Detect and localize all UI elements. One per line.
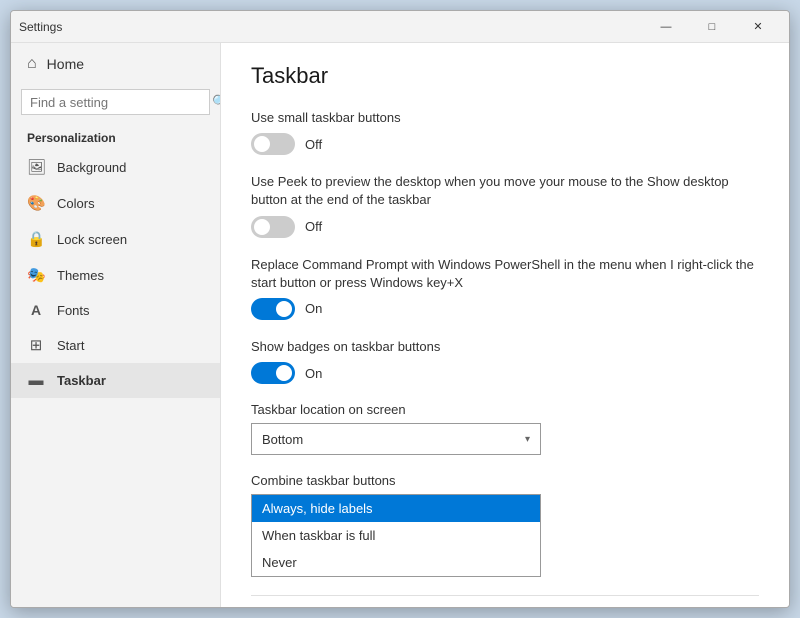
combine-buttons-list: Always, hide labels When taskbar is full…: [251, 494, 541, 577]
toggle3-thumb: [276, 301, 292, 317]
sidebar-item-lock-screen-label: Lock screen: [57, 232, 127, 247]
toggle2-description: Use Peek to preview the desktop when you…: [251, 173, 759, 209]
toggle1-thumb: [254, 136, 270, 152]
toggle3-switch[interactable]: [251, 298, 295, 320]
toggle4-thumb: [276, 365, 292, 381]
toggle1-row: Off: [251, 133, 759, 155]
taskbar-icon: ▬: [27, 372, 45, 389]
sidebar-item-lock-screen[interactable]: 🔒 Lock screen: [11, 221, 220, 257]
toggle3-row: On: [251, 298, 759, 320]
sidebar-item-taskbar-label: Taskbar: [57, 373, 106, 388]
combine-buttons-section: Combine taskbar buttons Always, hide lab…: [251, 473, 759, 577]
toggle1-state: Off: [305, 137, 322, 152]
taskbar-location-dropdown[interactable]: Bottom ▾: [251, 423, 541, 455]
sidebar-item-start[interactable]: ⊞ Start: [11, 327, 220, 363]
sidebar-item-background[interactable]: 🖼 Background: [11, 149, 220, 185]
themes-icon: 🎭: [27, 266, 45, 284]
toggle4-switch[interactable]: [251, 362, 295, 384]
search-box: 🔍: [21, 89, 210, 115]
toggle4-state: On: [305, 366, 322, 381]
sidebar-item-background-label: Background: [57, 160, 126, 175]
settings-window: Settings — □ ✕ ⌂ Home 🔍 Personalization …: [10, 10, 790, 608]
maximize-button[interactable]: □: [689, 11, 735, 43]
chevron-down-icon: ▾: [525, 434, 530, 445]
toggle3-description: Replace Command Prompt with Windows Powe…: [251, 256, 759, 292]
window-controls: — □ ✕: [643, 11, 781, 43]
toggle2-row: Off: [251, 216, 759, 238]
background-icon: 🖼: [27, 158, 45, 176]
toggle4-row: On: [251, 362, 759, 384]
sidebar-item-themes[interactable]: 🎭 Themes: [11, 257, 220, 293]
minimize-button[interactable]: —: [643, 11, 689, 43]
sidebar-item-colors-label: Colors: [57, 196, 95, 211]
toggle1-label: Use small taskbar buttons: [251, 109, 759, 127]
search-icon: 🔍: [212, 94, 221, 110]
toggle2-thumb: [254, 219, 270, 235]
close-button[interactable]: ✕: [735, 11, 781, 43]
start-icon: ⊞: [27, 336, 45, 354]
toggle1-switch[interactable]: [251, 133, 295, 155]
window-title: Settings: [19, 20, 643, 34]
combine-option-when-full[interactable]: When taskbar is full: [252, 522, 540, 549]
sidebar-item-fonts[interactable]: A Fonts: [11, 293, 220, 327]
lock-screen-icon: 🔒: [27, 230, 45, 248]
search-input[interactable]: [30, 95, 206, 110]
notification-area-section: Notification area Select which icons app…: [251, 595, 759, 607]
notification-area-title: Notification area: [251, 595, 759, 607]
combine-buttons-label: Combine taskbar buttons: [251, 473, 759, 488]
sidebar-item-fonts-label: Fonts: [57, 303, 90, 318]
combine-option-always[interactable]: Always, hide labels: [252, 495, 540, 522]
sidebar-item-home[interactable]: ⌂ Home: [11, 43, 220, 85]
combine-option-never[interactable]: Never: [252, 549, 540, 576]
toggle2-state: Off: [305, 219, 322, 234]
home-icon: ⌂: [27, 55, 37, 73]
sidebar-item-colors[interactable]: 🎨 Colors: [11, 185, 220, 221]
sidebar-item-taskbar[interactable]: ▬ Taskbar: [11, 363, 220, 398]
window-content: ⌂ Home 🔍 Personalization 🖼 Background 🎨 …: [11, 43, 789, 607]
toggle2-switch[interactable]: [251, 216, 295, 238]
page-title: Taskbar: [251, 63, 759, 89]
toggle3-state: On: [305, 301, 322, 316]
colors-icon: 🎨: [27, 194, 45, 212]
taskbar-location-label: Taskbar location on screen: [251, 402, 759, 417]
home-label: Home: [47, 56, 84, 72]
fonts-icon: A: [27, 302, 45, 318]
sidebar-section-title: Personalization: [11, 123, 220, 149]
main-content: Taskbar Use small taskbar buttons Off Us…: [221, 43, 789, 607]
taskbar-location-container: Taskbar location on screen Bottom ▾: [251, 402, 759, 455]
sidebar: ⌂ Home 🔍 Personalization 🖼 Background 🎨 …: [11, 43, 221, 607]
taskbar-location-value: Bottom: [262, 432, 303, 447]
toggle4-description: Show badges on taskbar buttons: [251, 338, 759, 356]
sidebar-item-start-label: Start: [57, 338, 84, 353]
title-bar: Settings — □ ✕: [11, 11, 789, 43]
sidebar-item-themes-label: Themes: [57, 268, 104, 283]
